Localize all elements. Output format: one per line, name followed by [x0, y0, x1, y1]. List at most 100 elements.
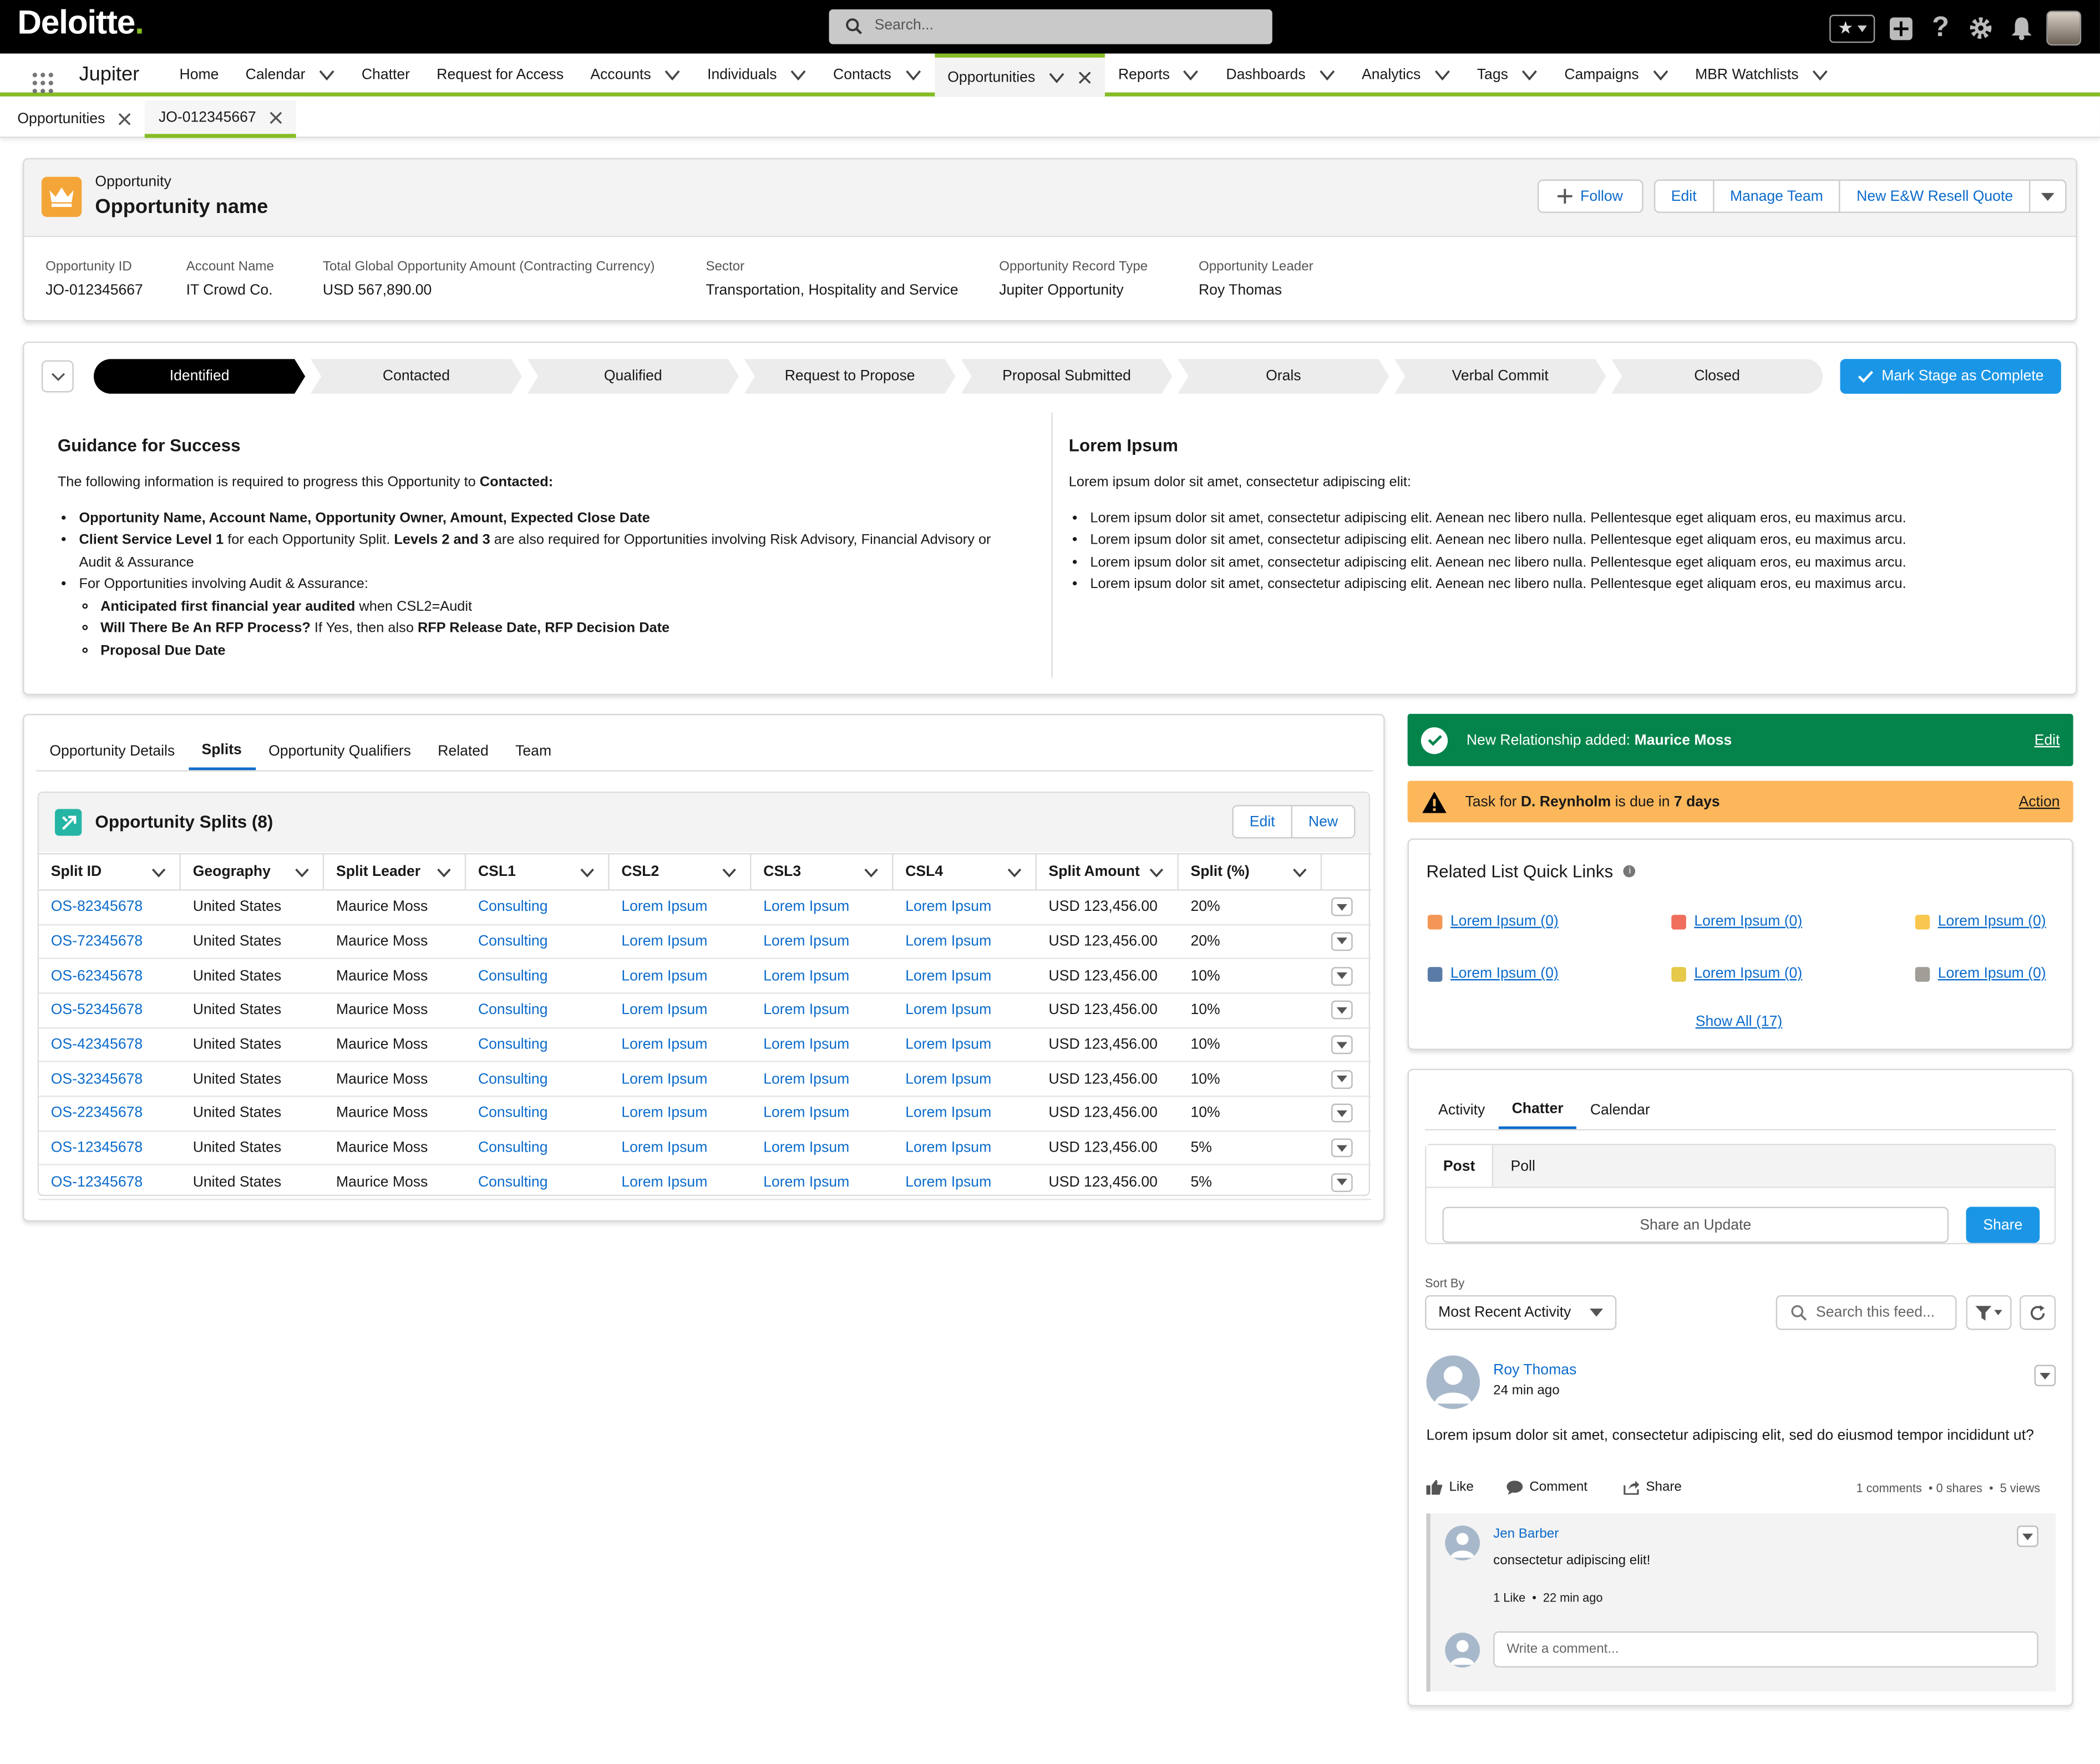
tab-opportunity-qualifiers[interactable]: Opportunity Qualifiers	[255, 733, 424, 771]
csl-link[interactable]: Lorem Ipsum	[751, 925, 894, 960]
csl-link[interactable]: Lorem Ipsum	[893, 891, 1037, 925]
publisher-tab-post[interactable]: Post	[1426, 1145, 1494, 1187]
share-button[interactable]: Share	[1966, 1207, 2040, 1243]
split-id-link[interactable]: OS-12345678	[39, 1132, 181, 1166]
csl-link[interactable]: Lorem Ipsum	[609, 891, 752, 925]
column-header-split-amount[interactable]: Split Amount	[1036, 853, 1179, 891]
quick-link[interactable]: Lorem Ipsum (0)	[1427, 966, 1559, 982]
column-header-csl1[interactable]: CSL1	[466, 853, 610, 891]
csl-link[interactable]: Lorem Ipsum	[893, 1063, 1037, 1097]
publisher-tab-poll[interactable]: Poll	[1493, 1145, 1553, 1187]
path-stage-verbal-commit[interactable]: Verbal Commit	[1394, 359, 1606, 394]
app-launcher-icon[interactable]	[32, 65, 54, 103]
split-id-link[interactable]: OS-32345678	[39, 1063, 181, 1097]
csl-link[interactable]: Consulting	[466, 1063, 610, 1097]
row-actions-button[interactable]	[1331, 898, 1353, 917]
share-update-input[interactable]: Share an Update	[1442, 1207, 1949, 1243]
csl-link[interactable]: Consulting	[466, 1097, 610, 1132]
global-search-input[interactable]: Search...	[829, 9, 1272, 44]
refresh-button[interactable]	[2020, 1295, 2056, 1330]
path-toggle-button[interactable]	[41, 360, 74, 393]
quick-link[interactable]: Lorem Ipsum (0)	[1427, 914, 1559, 930]
sort-select[interactable]: Most Recent Activity	[1425, 1295, 1617, 1330]
workspace-tab-opportunities[interactable]: Opportunities	[4, 100, 145, 138]
favorites-button[interactable]: ★	[1829, 14, 1875, 43]
csl-link[interactable]: Lorem Ipsum	[609, 994, 752, 1028]
csl-link[interactable]: Lorem Ipsum	[609, 1063, 752, 1097]
mark-stage-complete-button[interactable]: Mark Stage as Complete	[1840, 359, 2061, 394]
csl-link[interactable]: Lorem Ipsum	[751, 994, 894, 1028]
nav-item-tags[interactable]: Tags	[1464, 54, 1551, 97]
csl-link[interactable]: Lorem Ipsum	[751, 1028, 894, 1063]
csl-link[interactable]: Lorem Ipsum	[893, 994, 1037, 1028]
bell-icon[interactable]	[2006, 13, 2036, 43]
more-actions-button[interactable]	[2030, 181, 2065, 212]
workspace-tab-record[interactable]: JO-012345667	[145, 100, 297, 138]
comment-button[interactable]: Comment	[1506, 1480, 1587, 1495]
csl-link[interactable]: Consulting	[466, 960, 610, 994]
row-actions-button[interactable]	[1331, 966, 1353, 986]
split-id-link[interactable]: OS-72345678	[39, 925, 181, 960]
split-id-link[interactable]: OS-82345678	[39, 891, 181, 925]
csl-link[interactable]: Lorem Ipsum	[751, 960, 894, 994]
row-actions-button[interactable]	[1331, 1069, 1353, 1089]
close-icon[interactable]	[270, 110, 283, 124]
tab-chatter[interactable]: Chatter	[1498, 1092, 1577, 1129]
account-link[interactable]: IT Crowd Co.	[186, 282, 274, 298]
path-stage-proposal-submitted[interactable]: Proposal Submitted	[961, 359, 1172, 394]
column-header-geography[interactable]: Geography	[180, 853, 324, 891]
toast-edit-link[interactable]: Edit	[2035, 732, 2060, 748]
comment-author-avatar[interactable]	[1445, 1525, 1480, 1560]
csl-link[interactable]: Lorem Ipsum	[893, 960, 1037, 994]
resell-quote-button[interactable]: New E&W Resell Quote	[1840, 180, 2031, 212]
close-icon[interactable]	[1078, 70, 1092, 84]
nav-item-mbr-watchlists[interactable]: MBR Watchlists	[1682, 54, 1842, 97]
feed-search-input[interactable]: Search this feed...	[1776, 1295, 1957, 1330]
nav-item-contacts[interactable]: Contacts	[820, 54, 934, 97]
csl-link[interactable]: Lorem Ipsum	[893, 1132, 1037, 1166]
csl-link[interactable]: Consulting	[466, 891, 610, 925]
help-icon[interactable]: ?	[1926, 12, 1955, 43]
path-stage-qualified[interactable]: Qualified	[527, 359, 739, 394]
user-avatar[interactable]	[2046, 11, 2082, 46]
row-actions-button[interactable]	[1331, 1035, 1353, 1055]
csl-link[interactable]: Consulting	[466, 1166, 610, 1200]
csl-link[interactable]: Consulting	[466, 1028, 610, 1063]
csl-link[interactable]: Consulting	[466, 925, 610, 960]
nav-item-opportunities[interactable]: Opportunities	[934, 53, 1105, 97]
manage-team-button[interactable]: Manage Team	[1714, 180, 1841, 212]
csl-link[interactable]: Lorem Ipsum	[751, 891, 894, 925]
csl-link[interactable]: Lorem Ipsum	[609, 1166, 752, 1200]
filter-button[interactable]	[1966, 1295, 2012, 1330]
csl-link[interactable]: Lorem Ipsum	[609, 1028, 752, 1063]
post-menu-button[interactable]	[2034, 1365, 2056, 1387]
csl-link[interactable]: Lorem Ipsum	[751, 1063, 894, 1097]
global-add-icon[interactable]	[1886, 13, 1915, 43]
csl-link[interactable]: Lorem Ipsum	[751, 1132, 894, 1166]
split-id-link[interactable]: OS-62345678	[39, 960, 181, 994]
nav-item-request-for-access[interactable]: Request for Access	[423, 54, 577, 97]
split-id-link[interactable]: OS-42345678	[39, 1028, 181, 1063]
split-id-link[interactable]: OS-52345678	[39, 994, 181, 1028]
column-header-csl4[interactable]: CSL4	[893, 853, 1037, 891]
nav-item-campaigns[interactable]: Campaigns	[1551, 54, 1682, 97]
quick-link[interactable]: Lorem Ipsum (0)	[1671, 966, 1802, 982]
path-stage-contacted[interactable]: Contacted	[311, 359, 522, 394]
tab-calendar[interactable]: Calendar	[1577, 1092, 1663, 1129]
like-button[interactable]: Like	[1426, 1480, 1474, 1495]
tab-opportunity-details[interactable]: Opportunity Details	[36, 733, 188, 771]
csl-link[interactable]: Lorem Ipsum	[751, 1166, 894, 1200]
csl-link[interactable]: Consulting	[466, 994, 610, 1028]
csl-link[interactable]: Consulting	[466, 1132, 610, 1166]
nav-item-dashboards[interactable]: Dashboards	[1213, 54, 1348, 97]
nav-item-home[interactable]: Home	[166, 54, 232, 97]
csl-link[interactable]: Lorem Ipsum	[893, 1028, 1037, 1063]
follow-button[interactable]: Follow	[1539, 181, 1641, 212]
column-header-csl3[interactable]: CSL3	[751, 853, 894, 891]
nav-item-chatter[interactable]: Chatter	[348, 54, 423, 97]
split-id-link[interactable]: OS-12345678	[39, 1166, 181, 1200]
path-stage-request-to-propose[interactable]: Request to Propose	[744, 359, 956, 394]
split-id-link[interactable]: OS-22345678	[39, 1097, 181, 1132]
csl-link[interactable]: Lorem Ipsum	[751, 1097, 894, 1132]
splits-new-button[interactable]: New	[1292, 807, 1354, 838]
